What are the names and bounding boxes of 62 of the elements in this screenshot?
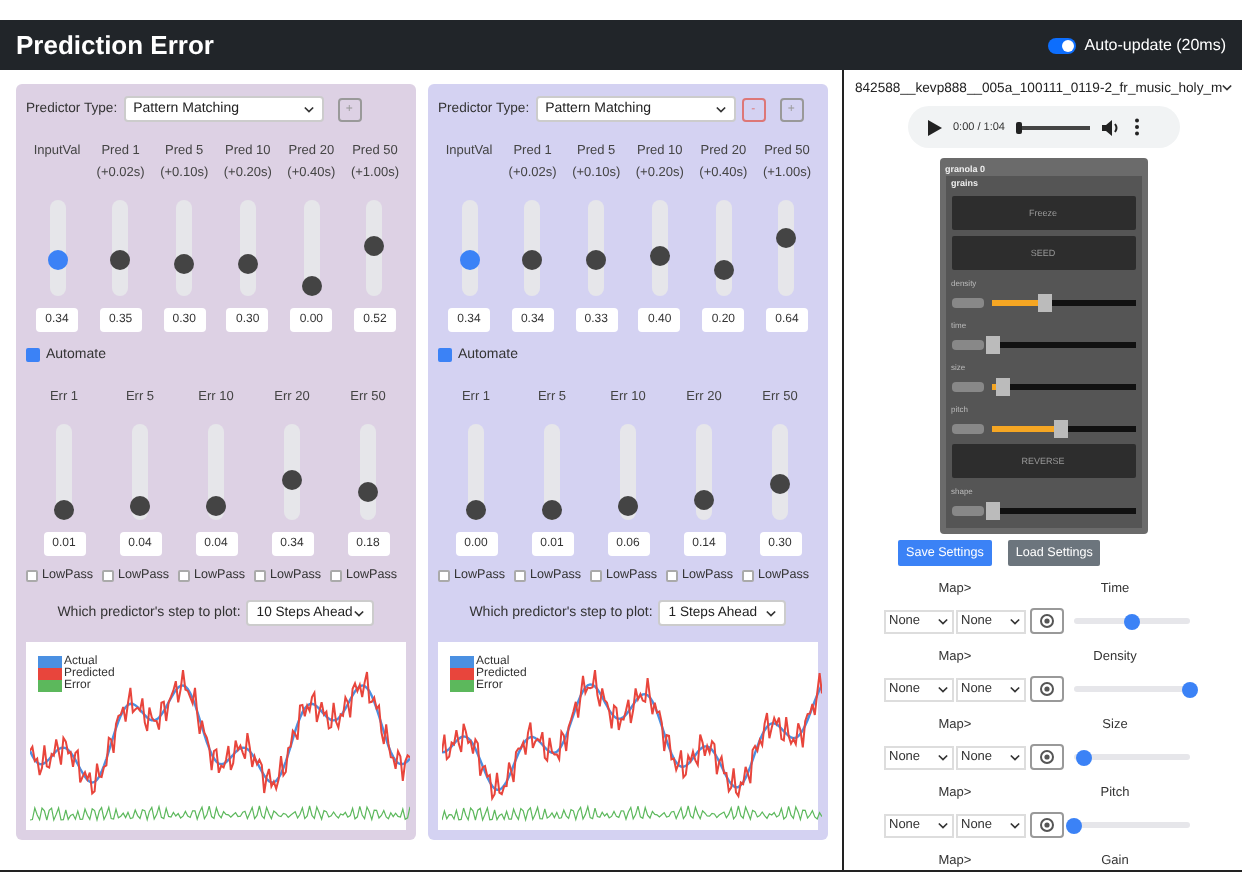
target-button[interactable] — [1029, 744, 1063, 770]
audio-progress[interactable] — [1017, 125, 1089, 130]
caret-icon — [1009, 685, 1019, 693]
checkbox[interactable] — [254, 569, 266, 581]
more-icon[interactable] — [1133, 118, 1139, 137]
caret-icon — [937, 753, 947, 761]
caret-icon — [937, 685, 947, 693]
vertical-slider[interactable] — [284, 424, 300, 520]
toggle-label: Auto-update (20ms) — [1084, 36, 1226, 54]
vertical-slider[interactable] — [588, 200, 605, 296]
vertical-slider[interactable] — [239, 200, 256, 296]
vertical-slider[interactable] — [56, 424, 72, 520]
checkbox[interactable] — [666, 569, 678, 581]
target-button[interactable] — [1029, 812, 1063, 838]
vertical-slider[interactable] — [651, 200, 668, 296]
target-icon — [1039, 750, 1053, 764]
target-icon — [1039, 818, 1053, 832]
checkbox[interactable] — [438, 348, 452, 362]
vertical-slider[interactable] — [524, 200, 541, 296]
target-button[interactable] — [1029, 608, 1063, 634]
vertical-slider[interactable] — [772, 424, 788, 520]
caret-icon — [1009, 753, 1019, 761]
caret-icon — [937, 821, 947, 829]
vertical-slider[interactable] — [112, 200, 129, 296]
checkbox[interactable] — [26, 569, 38, 581]
caret-icon — [1222, 84, 1233, 93]
checkbox[interactable] — [26, 348, 40, 362]
volume-icon[interactable] — [1101, 119, 1121, 136]
vertical-slider[interactable] — [366, 200, 383, 296]
checkbox[interactable] — [330, 569, 342, 581]
caret-icon — [354, 609, 365, 617]
caret-icon — [1009, 617, 1019, 625]
target-icon — [1039, 682, 1053, 696]
caret-icon — [715, 105, 726, 113]
toggle-switch[interactable] — [1048, 37, 1077, 53]
play-icon[interactable] — [927, 119, 941, 136]
checkbox[interactable] — [514, 569, 526, 581]
vertical-slider[interactable] — [208, 424, 224, 520]
checkbox[interactable] — [438, 569, 450, 581]
vertical-slider[interactable] — [696, 424, 712, 520]
caret-icon — [937, 617, 947, 625]
vertical-slider[interactable] — [132, 424, 148, 520]
vertical-slider[interactable] — [468, 424, 484, 520]
vertical-slider[interactable] — [303, 200, 320, 296]
vertical-slider[interactable] — [778, 200, 795, 296]
checkbox[interactable] — [178, 569, 190, 581]
checkbox[interactable] — [590, 569, 602, 581]
caret-icon — [303, 105, 314, 113]
vertical-slider[interactable] — [176, 200, 193, 296]
app-title: Prediction Error — [16, 30, 214, 60]
vertical-slider[interactable] — [49, 200, 65, 296]
checkbox[interactable] — [742, 569, 754, 581]
vertical-slider[interactable] — [620, 424, 636, 520]
caret-icon — [1009, 821, 1019, 829]
vertical-slider[interactable] — [544, 424, 560, 520]
target-button[interactable] — [1029, 676, 1063, 702]
vertical-slider[interactable] — [360, 424, 376, 520]
caret-icon — [766, 609, 777, 617]
target-icon — [1039, 614, 1053, 628]
checkbox[interactable] — [102, 569, 114, 581]
vertical-slider[interactable] — [461, 200, 477, 296]
vertical-slider[interactable] — [715, 200, 732, 296]
